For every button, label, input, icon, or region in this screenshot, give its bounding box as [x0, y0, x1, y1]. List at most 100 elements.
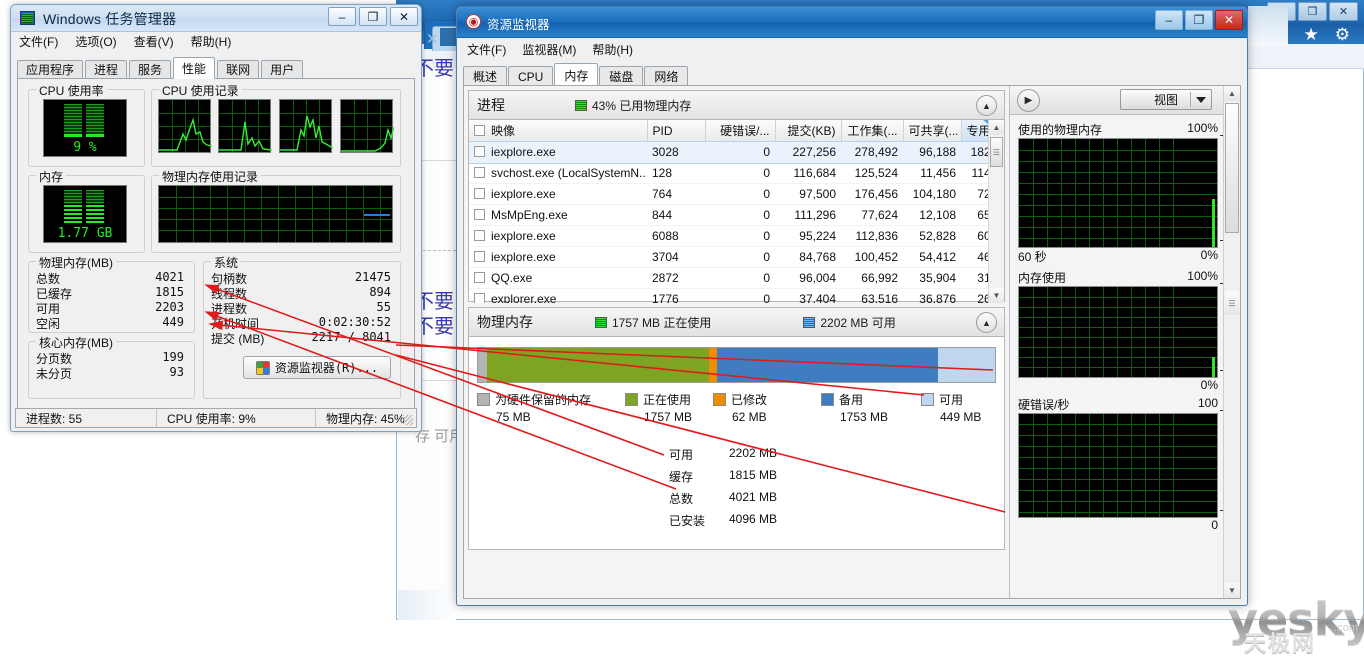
- right-scroll-up-icon[interactable]: ▲: [1224, 86, 1240, 101]
- physical-memory-panel-header[interactable]: 物理内存 1757 MB 正在使用 2202 MB 可用 ▲: [469, 308, 1004, 337]
- rm-maximize-button[interactable]: ❐: [1185, 10, 1213, 30]
- row-checkbox[interactable]: [474, 272, 485, 283]
- process-panel-header[interactable]: 进程 43% 已用物理内存 ▲: [469, 91, 1004, 120]
- task-manager-statusbar: 进程数: 55 CPU 使用率: 9% 物理内存: 45%: [15, 408, 417, 428]
- tab-users[interactable]: 用户: [261, 60, 304, 78]
- tab-performance[interactable]: 性能: [173, 57, 216, 79]
- row-checkbox[interactable]: [474, 251, 485, 262]
- tm-menu-view[interactable]: 查看(V): [134, 33, 174, 50]
- cell-hard-faults: 0: [705, 267, 775, 289]
- tm-menu-help[interactable]: 帮助(H): [191, 33, 232, 50]
- select-all-checkbox[interactable]: [474, 125, 485, 136]
- process-panel-title: 进程: [477, 97, 505, 113]
- cell-hard-faults: 0: [705, 225, 775, 247]
- cell-private: 65,516: [961, 204, 988, 226]
- bg-page-footer: [398, 590, 456, 620]
- summary-value: 1815 MB: [729, 468, 778, 482]
- rm-tab-memory[interactable]: 内存: [554, 63, 599, 87]
- resource-monitor-title: 资源监视器: [487, 18, 550, 32]
- rm-menu-monitor[interactable]: 监视器(M): [522, 41, 576, 58]
- task-manager-menubar: 文件(F) 选项(O) 查看(V) 帮助(H): [11, 32, 421, 51]
- legend-hardware-reserved: 为硬件保留的内存 75 MB: [477, 391, 625, 424]
- tm-menu-file[interactable]: 文件(F): [19, 33, 58, 50]
- tm-close-button[interactable]: ✕: [390, 7, 418, 26]
- rm-tab-disk[interactable]: 磁盘: [599, 66, 644, 86]
- table-row[interactable]: iexplore.exe 764 0 97,500 176,456 104,18…: [469, 183, 988, 205]
- table-row[interactable]: iexplore.exe 6088 0 95,224 112,836 52,82…: [469, 225, 988, 247]
- resize-grip[interactable]: [403, 415, 413, 425]
- bg-close-button[interactable]: ✕: [1329, 2, 1358, 21]
- resource-monitor-button[interactable]: 资源监视器(R)...: [243, 356, 391, 379]
- summary-key: 已安装: [669, 514, 706, 528]
- gear-icon[interactable]: ⚙: [1335, 26, 1350, 43]
- scroll-up-arrow-icon[interactable]: ▲: [989, 120, 1004, 135]
- green-chip-icon: [575, 99, 587, 111]
- cell-private: 182,304: [961, 141, 988, 163]
- table-row[interactable]: svchost.exe (LocalSystemN... 128 0 116,6…: [469, 162, 988, 184]
- right-pane-scrollbar[interactable]: ▲ ☰ ▼: [1223, 86, 1240, 598]
- expand-chevron-icon[interactable]: ▶: [1017, 88, 1040, 112]
- right-scrollbar-thumb[interactable]: [1225, 103, 1239, 233]
- cell-private: 31,088: [961, 267, 988, 289]
- right-scrollbar-grip[interactable]: ☰: [1225, 291, 1239, 315]
- rm-tab-cpu[interactable]: CPU: [508, 66, 554, 86]
- cpu-usage-value: 9 %: [73, 140, 97, 155]
- scrollbar-thumb[interactable]: ☰: [990, 137, 1003, 167]
- rm-tab-overview[interactable]: 概述: [463, 66, 508, 86]
- rm-close-button[interactable]: ✕: [1215, 10, 1243, 30]
- star-icon[interactable]: ★: [1304, 26, 1319, 43]
- scroll-down-arrow-icon[interactable]: ▼: [989, 288, 1004, 303]
- rm-minimize-button[interactable]: –: [1155, 10, 1183, 30]
- table-row[interactable]: iexplore.exe 3704 0 84,768 100,452 54,41…: [469, 246, 988, 268]
- col-working-set[interactable]: 工作集(...: [841, 120, 904, 142]
- legend-standby: 备用 1753 MB: [821, 391, 921, 424]
- rm-menu-help[interactable]: 帮助(H): [592, 41, 633, 58]
- graph-0-title: 使用的物理内存: [1018, 123, 1103, 137]
- table-row[interactable]: iexplore.exe 3028 0 227,256 278,492 96,1…: [469, 140, 988, 164]
- row-checkbox[interactable]: [474, 146, 485, 157]
- row-checkbox[interactable]: [474, 188, 485, 199]
- col-shareable[interactable]: 可共享(...: [903, 120, 962, 142]
- task-manager-titlebar[interactable]: Windows 任务管理器 – ❐ ✕: [11, 5, 421, 32]
- row-checkbox[interactable]: [474, 209, 485, 220]
- resource-monitor-titlebar[interactable]: ◉ 资源监视器 – ❐ ✕: [457, 7, 1247, 38]
- col-private[interactable]: 专用(KB): [961, 120, 988, 142]
- tab-networking[interactable]: 联网: [217, 60, 260, 78]
- bg-maximize-button[interactable]: ❐: [1298, 2, 1327, 21]
- cell-hard-faults: 0: [705, 288, 775, 303]
- row-checkbox[interactable]: [474, 230, 485, 241]
- collapse-chevron-icon[interactable]: ▲: [976, 95, 997, 116]
- memory-legend: 为硬件保留的内存 75 MB 正在使用 1757 MB 已修改 62 MB 备用…: [477, 391, 996, 424]
- system-row-1-value: 894: [369, 285, 391, 299]
- cell-private: 114,068: [961, 162, 988, 184]
- memory-meta-used-text: 1757 MB 正在使用: [612, 315, 712, 330]
- table-row[interactable]: QQ.exe 2872 0 96,004 66,992 35,904 31,08…: [469, 267, 988, 289]
- task-manager-window[interactable]: Windows 任务管理器 – ❐ ✕ 文件(F) 选项(O) 查看(V) 帮助…: [10, 4, 422, 432]
- bg-tab-close-icon[interactable]: ✕: [426, 30, 439, 48]
- col-hard-faults[interactable]: 硬错误/...: [705, 120, 776, 142]
- cell-working-set: 66,992: [841, 267, 903, 289]
- tab-services[interactable]: 服务: [129, 60, 172, 78]
- col-image[interactable]: 映像: [469, 120, 648, 142]
- table-row[interactable]: MsMpEng.exe 844 0 111,296 77,624 12,108 …: [469, 204, 988, 226]
- process-table-scrollbar[interactable]: ▲ ☰ ▼: [988, 120, 1004, 303]
- rm-menu-file[interactable]: 文件(F): [467, 41, 506, 58]
- tm-maximize-button[interactable]: ❐: [359, 7, 387, 26]
- tab-processes[interactable]: 进程: [85, 60, 128, 78]
- table-row[interactable]: explorer.exe 1776 0 37,404 63,516 36,876…: [469, 288, 988, 303]
- collapse-chevron-icon[interactable]: ▲: [976, 312, 997, 333]
- tm-minimize-button[interactable]: –: [328, 7, 356, 26]
- resource-monitor-window[interactable]: ◉ 资源监视器 – ❐ ✕ 文件(F) 监视器(M) 帮助(H) 概述 CPU …: [456, 6, 1248, 606]
- row-checkbox[interactable]: [474, 167, 485, 178]
- col-commit[interactable]: 提交(KB): [775, 120, 842, 142]
- col-pid[interactable]: PID: [647, 120, 706, 142]
- tm-menu-options[interactable]: 选项(O): [75, 33, 116, 50]
- row-checkbox[interactable]: [474, 293, 485, 303]
- task-manager-tabstrip: 应用程序 进程 服务 性能 联网 用户: [17, 56, 415, 79]
- cell-image: MsMpEng.exe: [469, 204, 647, 226]
- view-button[interactable]: 视图: [1120, 89, 1212, 110]
- tab-applications[interactable]: 应用程序: [17, 60, 84, 78]
- phys-row-1-value: 1815: [155, 285, 184, 299]
- cell-shareable: 104,180: [903, 183, 961, 205]
- rm-tab-network[interactable]: 网络: [644, 66, 689, 86]
